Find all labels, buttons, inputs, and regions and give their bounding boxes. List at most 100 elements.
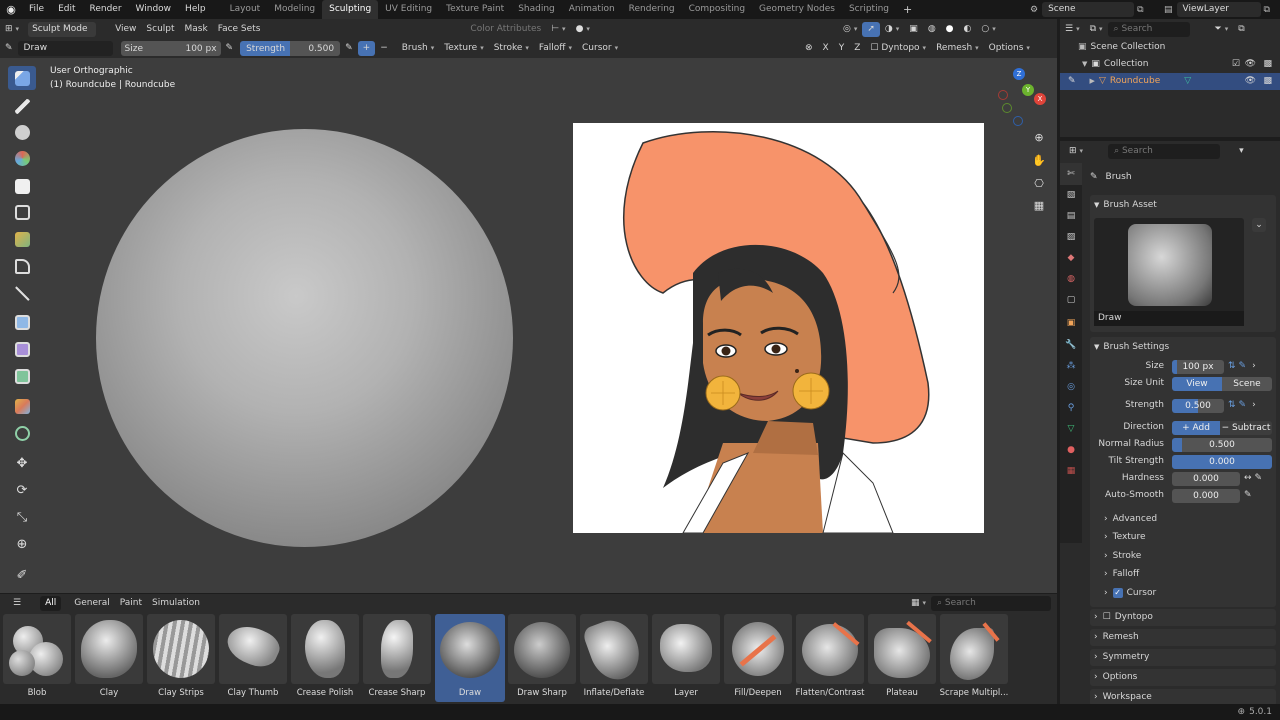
normal-radius-slider[interactable]: 0.500	[1172, 437, 1272, 452]
gizmo-x-axis[interactable]: X	[1034, 93, 1046, 105]
menu-mask[interactable]: Mask	[180, 20, 213, 39]
constraints-tab-icon[interactable]: ⚲	[1060, 398, 1082, 419]
particles-tab-icon[interactable]: ⁂	[1060, 356, 1082, 377]
options-menu[interactable]: Options ▾	[984, 39, 1035, 58]
size-unit-view-button[interactable]: View	[1172, 376, 1222, 391]
trim-tool[interactable]	[8, 281, 36, 305]
reference-image[interactable]	[573, 123, 984, 533]
xray-icon[interactable]: ▣	[904, 20, 923, 39]
pan-hand-icon[interactable]: ✋	[1030, 154, 1048, 172]
brush-scrape-multiplane[interactable]: Scrape Multipl...	[939, 614, 1009, 702]
properties-editor-icon[interactable]: ⊞ ▾	[1064, 142, 1088, 161]
smooth-tool[interactable]	[8, 94, 36, 118]
properties-search[interactable]: ⌕ Search	[1108, 143, 1221, 159]
dyntopo-checkbox[interactable]: ☐ Dyntopo ▾	[865, 39, 931, 58]
outliner-row-scene-collection[interactable]: ▣ Scene Collection	[1060, 39, 1280, 56]
editor-type-icon[interactable]: ⊞ ▾	[0, 20, 24, 39]
shelf-tab-general[interactable]: General	[69, 594, 114, 613]
ortho-grid-icon[interactable]: ▦	[1030, 199, 1048, 217]
size-expand-icon[interactable]: ›	[1252, 358, 1256, 375]
expand-arrow-icon[interactable]: ▶	[1090, 73, 1095, 90]
brush-draw-sharp[interactable]: Draw Sharp	[507, 614, 577, 702]
shelf-tab-simulation[interactable]: Simulation	[147, 594, 205, 613]
expand-arrow-icon[interactable]: ▼	[1082, 56, 1087, 73]
brush-plateau[interactable]: Plateau	[867, 614, 937, 702]
menu-file[interactable]: File	[22, 0, 51, 19]
3d-viewport[interactable]: ✥ ⟳ ⤡ ⊕ ✐ User Orthographic (1) Roundcub…	[0, 58, 1057, 593]
gizmo-z-axis[interactable]: Z	[1013, 68, 1025, 80]
scale-tool[interactable]: ⤡	[8, 505, 36, 529]
outliner-row-roundcube[interactable]: ✎ ▶ ▽ Roundcube ▽ 👁 ▩	[1060, 73, 1280, 90]
navigation-gizmo[interactable]: Z X Y	[990, 66, 1050, 128]
brush-crease-polish[interactable]: Crease Polish	[290, 614, 360, 702]
brush-flatten-contrast[interactable]: Flatten/Contrast	[795, 614, 865, 702]
annotate-tool[interactable]: ✐	[8, 563, 36, 587]
axis-z-toggle[interactable]: Z	[849, 39, 865, 58]
gizmo-neg-z[interactable]	[1013, 116, 1023, 126]
subpanel-stroke[interactable]: › Stroke	[1104, 547, 1272, 566]
remesh-menu[interactable]: Remesh ▾	[931, 39, 984, 58]
panel-dyntopo[interactable]: › ☐ Dyntopo	[1090, 608, 1276, 626]
axis-x-toggle[interactable]: X	[818, 39, 834, 58]
face-set-edit-tool[interactable]	[8, 364, 36, 388]
size-value-field[interactable]: 100 px	[1172, 359, 1224, 374]
size-pen-icon[interactable]: ✎	[1239, 358, 1247, 375]
transform-tool[interactable]: ⊕	[8, 532, 36, 556]
subpanel-falloff[interactable]: › Falloff	[1104, 566, 1272, 585]
shelf-tab-paint[interactable]: Paint	[115, 594, 147, 613]
texture-menu[interactable]: Texture ▾	[439, 39, 488, 58]
direction-add-button[interactable]: +	[357, 41, 376, 56]
brush-draw[interactable]: Draw	[435, 614, 505, 702]
material-shading-icon[interactable]: ◐	[959, 20, 977, 39]
strength-field[interactable]: Strength 0.500	[240, 41, 341, 56]
rotate-tool[interactable]: ⟳	[8, 478, 36, 502]
visibility-icon[interactable]: ◎ ▾	[838, 20, 862, 39]
cursor-menu[interactable]: Cursor ▾	[577, 39, 623, 58]
strength-pressure-icon[interactable]: ✎	[340, 39, 358, 58]
tab-geometry-nodes[interactable]: Geometry Nodes	[752, 0, 842, 19]
dyntopo-checkbox-icon[interactable]: ☐	[1103, 609, 1111, 626]
view-layer-field[interactable]: ViewLayer	[1176, 2, 1261, 17]
panel-workspace[interactable]: › Workspace	[1090, 688, 1276, 706]
brush-crease-sharp[interactable]: Crease Sharp	[362, 614, 432, 702]
auto-smooth-pen-icon[interactable]: ✎	[1244, 487, 1252, 504]
brush-clay-thumb[interactable]: Clay Thumb	[218, 614, 288, 702]
data-tab-icon[interactable]: ▽	[1060, 419, 1082, 440]
new-scene-icon[interactable]: ⧉	[1137, 5, 1143, 15]
collection-tab-icon[interactable]: ▢	[1060, 290, 1082, 311]
size-field[interactable]: Size 100 px	[120, 41, 221, 56]
move-tool[interactable]: ✥	[8, 451, 36, 475]
outliner-search[interactable]: ⌕ Search	[1107, 21, 1190, 37]
strength-pen-icon[interactable]: ✎	[1239, 397, 1247, 414]
tab-shading[interactable]: Shading	[511, 0, 562, 19]
render-tab-icon[interactable]: ▧	[1060, 185, 1082, 206]
visibility-eye-icon[interactable]: 👁	[1245, 73, 1256, 90]
modifier-tab-icon[interactable]: 🔧	[1060, 335, 1082, 356]
panel-options[interactable]: › Options	[1090, 668, 1276, 686]
brush-fill-deepen[interactable]: Fill/Deepen	[723, 614, 793, 702]
display-size-icon[interactable]: ▦ ▾	[906, 594, 931, 613]
overlay-icon[interactable]: ◑ ▾	[880, 20, 904, 39]
shelf-menu-icon[interactable]: ☰	[8, 594, 26, 613]
physics-tab-icon[interactable]: ◎	[1060, 377, 1082, 398]
scene-tab-icon[interactable]: ◆	[1060, 248, 1082, 269]
tab-uv-editing[interactable]: UV Editing	[378, 0, 439, 19]
roundcube-sphere[interactable]	[96, 129, 513, 547]
blender-logo-icon[interactable]: ◉	[0, 0, 22, 19]
brush-layer[interactable]: Layer	[651, 614, 721, 702]
subpanel-cursor[interactable]: › ✓ Cursor	[1104, 584, 1272, 603]
color-attributes-menu[interactable]: Color Attributes	[465, 20, 546, 39]
brush-menu[interactable]: Brush ▾	[397, 39, 440, 58]
filter-icon[interactable]: ⏷ ▾	[1210, 20, 1234, 39]
properties-options-icon[interactable]: ▾	[1234, 142, 1249, 161]
panel-remesh[interactable]: › Remesh	[1090, 628, 1276, 646]
menu-face-sets[interactable]: Face Sets	[213, 20, 266, 39]
panel-symmetry[interactable]: › Symmetry	[1090, 648, 1276, 666]
axis-y-toggle[interactable]: Y	[834, 39, 850, 58]
add-workspace-button[interactable]: +	[896, 0, 919, 19]
mask-by-color-tool[interactable]	[8, 394, 36, 418]
tilt-strength-slider[interactable]: 0.000	[1172, 454, 1272, 469]
brush-asset-menu-icon[interactable]: ⌄	[1252, 218, 1266, 232]
output-tab-icon[interactable]: ▤	[1060, 206, 1082, 227]
menu-edit[interactable]: Edit	[51, 0, 82, 19]
